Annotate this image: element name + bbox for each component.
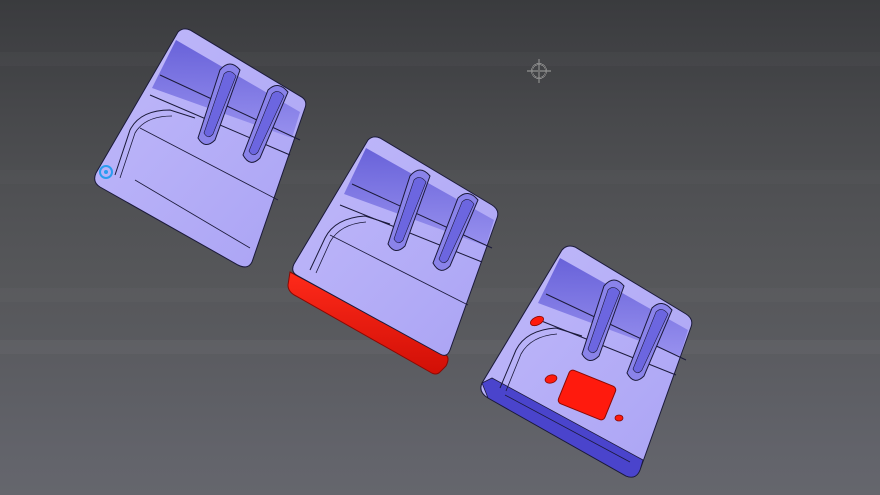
mold-part-middle[interactable] <box>287 136 499 375</box>
model-scene <box>94 28 693 478</box>
mold-part-right[interactable] <box>480 245 693 478</box>
crosshair-cursor-icon <box>527 59 551 83</box>
mold-part-left[interactable] <box>94 28 307 268</box>
3d-viewport[interactable] <box>0 0 880 495</box>
